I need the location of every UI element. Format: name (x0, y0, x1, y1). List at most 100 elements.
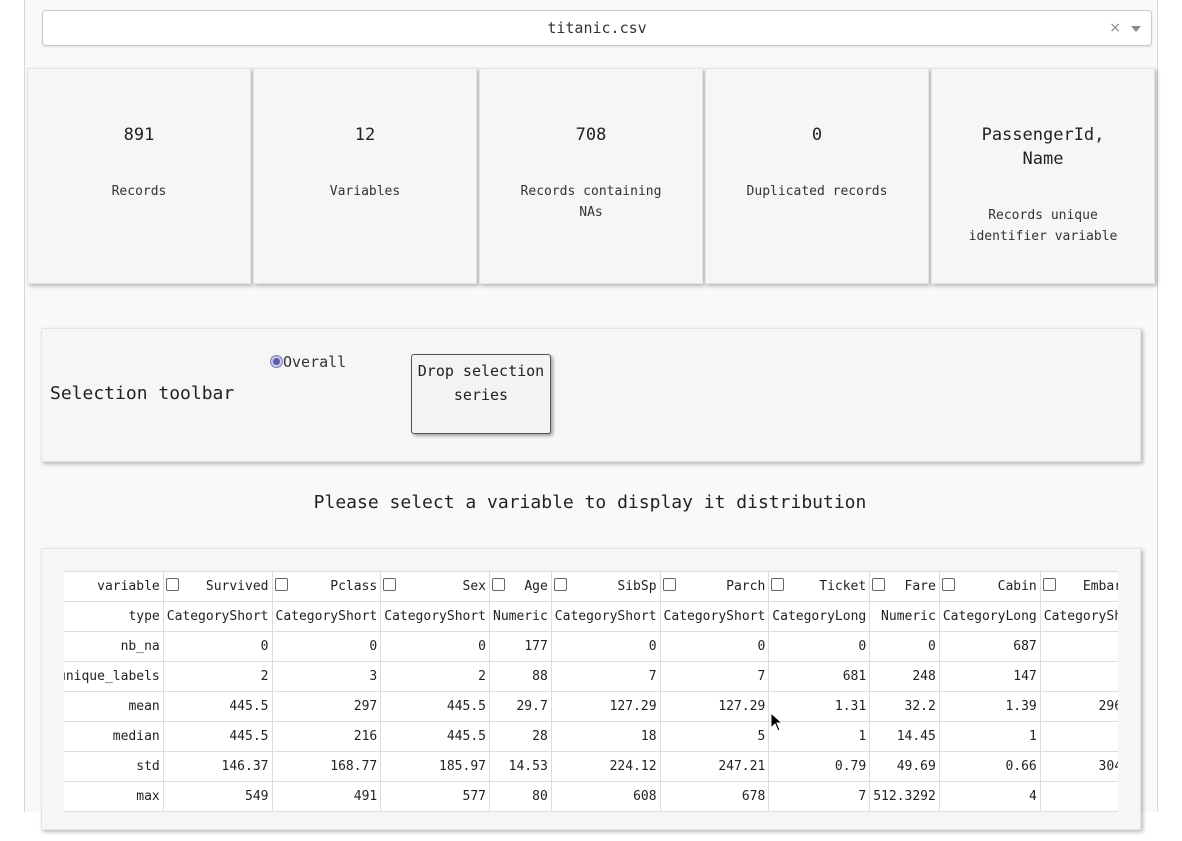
header-cell: Embarked (1039, 571, 1118, 602)
header-label: Embarked (1082, 579, 1118, 594)
kpi-card-records: 891 Records (27, 68, 251, 284)
table-row: max549491577806086787512.32924644 (64, 781, 1118, 812)
header-label: Age (524, 579, 548, 594)
table-cell: 127.29 (659, 691, 770, 722)
kpi-label: Records (111, 184, 167, 199)
table-cell: 0 (271, 631, 382, 662)
chevron-down-icon[interactable] (1131, 26, 1141, 32)
table-row: median445.5216445.528185114.451168 (64, 721, 1118, 752)
header-label: variable (97, 579, 160, 594)
table-cell: 5 (659, 721, 770, 752)
table-cell: 80 (489, 781, 552, 812)
column-select-checkbox[interactable] (383, 578, 397, 591)
kpi-value: 0 (811, 125, 823, 145)
table-row: type CategoryShort CategoryShort CategorySh… (64, 601, 1118, 632)
table-cell: 0 (659, 631, 770, 662)
kpi-label: Variables (329, 184, 401, 199)
drop-selection-button[interactable]: Drop selection series (411, 354, 551, 434)
file-select-dropdown[interactable]: titanic.csv × (42, 10, 1152, 46)
variables-table-panel: variable Survived Pclass Sex Age SibSp Parch Ti… (41, 548, 1141, 830)
header-cell: Age (489, 571, 552, 602)
header-cell: Sex (380, 571, 490, 602)
table-cell: 146.37 (162, 751, 273, 782)
table-cell: 0 (869, 631, 940, 662)
header-label: SibSp (617, 579, 657, 594)
table-cell: 0 (162, 631, 273, 662)
table-cell: 2 (162, 661, 273, 692)
table-cell: 296.33 (1039, 691, 1118, 722)
table-cell: 297 (271, 691, 382, 722)
row-header-cell: type (64, 601, 164, 632)
column-select-checkbox[interactable] (662, 578, 676, 591)
table-cell: 644 (1039, 781, 1118, 812)
header-cell: Survived (162, 571, 273, 602)
kpi-card-duplicated: 0 Duplicated records (705, 68, 929, 284)
table-cell: CategoryShort (162, 601, 273, 632)
table-cell: 0 (380, 631, 490, 662)
header-cell: Parch (659, 571, 770, 602)
table-row: mean 445.5 297 445.5 29.7 127.29 127.29 1.31 32.… (64, 691, 1118, 722)
column-select-checkbox[interactable] (872, 578, 886, 591)
row-header-cell: max (64, 781, 164, 812)
column-select-checkbox[interactable] (553, 578, 567, 591)
table-cell: 127.29 (550, 691, 661, 722)
table-header-row: variable Survived Pclass Sex Age SibSp Parch Ti… (64, 571, 1118, 602)
header-label: Parch (726, 579, 766, 594)
table-cell: 224.12 (550, 751, 661, 782)
table-cell: 177 (489, 631, 552, 662)
table-cell: 248 (869, 661, 940, 692)
table-cell: 608 (550, 781, 661, 812)
column-select-checkbox[interactable] (1042, 578, 1056, 591)
table-cell: CategoryShort (659, 601, 770, 632)
table-cell: 14.45 (869, 721, 940, 752)
table-cell: 0 (768, 631, 871, 662)
column-select-checkbox[interactable] (771, 578, 785, 591)
table-cell: 445.5 (380, 721, 490, 752)
table-cell: 7 (768, 781, 871, 812)
variables-table: variable Survived Pclass Sex Age SibSp Parch Ti… (64, 571, 1118, 812)
column-select-checkbox[interactable] (941, 578, 955, 591)
column-select-checkbox[interactable] (274, 578, 288, 591)
table-cell: 28 (489, 721, 552, 752)
table-cell: 1 (938, 721, 1041, 752)
kpi-value: 708 (575, 125, 607, 145)
table-cell: 687 (938, 631, 1041, 662)
table-row: std 146.37 168.77 185.97 14.53 224.12 247.21 0.… (64, 751, 1118, 782)
table-cell: 445.5 (162, 691, 273, 722)
table-cell: CategoryShort (1039, 601, 1118, 632)
radio-selected-icon[interactable] (270, 355, 283, 368)
column-select-checkbox[interactable] (165, 578, 179, 591)
header-cell: SibSp (550, 571, 661, 602)
table-cell: 0 (550, 631, 661, 662)
distribution-prompt: Please select a variable to display it d… (313, 492, 867, 513)
table-cell: 168 (1039, 721, 1118, 752)
table-scroll-area[interactable]: variable Survived Pclass Sex Age SibSp Parch Ti… (64, 571, 1118, 841)
table-cell: 168.77 (271, 751, 382, 782)
table-cell: 147 (938, 661, 1041, 692)
table-cell: 445.5 (380, 691, 490, 722)
table-cell: 0.66 (938, 751, 1041, 782)
mouse-pointer-icon (770, 712, 784, 732)
row-header-cell: median (64, 721, 164, 752)
row-header-cell: mean (64, 691, 164, 722)
kpi-value: 891 (123, 125, 155, 145)
table-cell: Numeric (869, 601, 940, 632)
table-cell: 32.2 (869, 691, 940, 722)
clear-icon[interactable]: × (1109, 11, 1121, 45)
table-cell: 49.69 (869, 751, 940, 782)
header-label: Sex (462, 579, 486, 594)
kpi-label: Records containing NAs (520, 184, 662, 220)
table-cell: 681 (768, 661, 871, 692)
column-select-checkbox[interactable] (492, 578, 505, 591)
header-label: Survived (205, 579, 269, 594)
kpi-value: PassengerId, Name (981, 125, 1105, 169)
table-cell: 3 (271, 661, 382, 692)
table-cell: 3 (1039, 661, 1118, 692)
header-cell: Ticket (768, 571, 871, 602)
radio-overall[interactable]: Overall (270, 353, 346, 371)
table-cell: 4 (938, 781, 1041, 812)
table-cell: CategoryShort (380, 601, 490, 632)
table-cell: CategoryShort (550, 601, 661, 632)
kpi-card-identifier: PassengerId, Name Records unique identif… (931, 68, 1155, 284)
table-cell: 512.3292 (869, 781, 940, 812)
